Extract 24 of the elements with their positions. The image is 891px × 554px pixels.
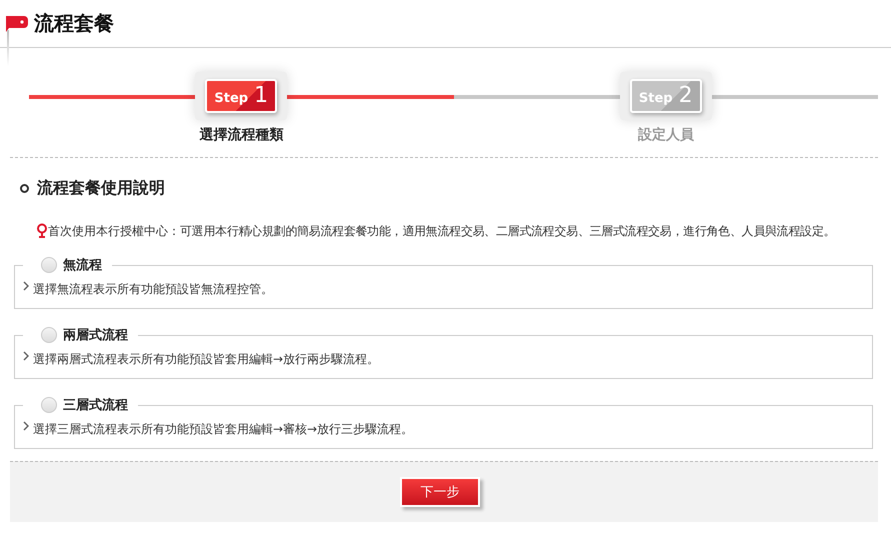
flag-icon (6, 16, 28, 32)
step-label: 設定人員 (638, 126, 694, 144)
hint-text: 可選用本行精心規劃的簡易流程套餐功能，適用無流程交易、二層式流程交易、三層式流程交易，進行角色、人員與流程設定。 (180, 223, 836, 239)
hint-label: 首次使用本行授權中心： (48, 223, 180, 239)
page-title: 流程套餐 (34, 10, 114, 37)
chevron-icon (23, 351, 29, 361)
option-label: 三層式流程 (63, 396, 128, 414)
option-description: 選擇無流程表示所有功能預設皆無流程控管。 (33, 281, 273, 298)
option-label: 無流程 (63, 256, 102, 274)
next-button[interactable]: 下一步 (400, 477, 480, 507)
radio-button[interactable] (41, 327, 57, 343)
step-badge: Step 2 (630, 79, 702, 113)
option-label: 兩層式流程 (63, 326, 128, 344)
chevron-icon (23, 281, 29, 291)
chevron-icon (23, 421, 29, 431)
step-label: 選擇流程種類 (199, 126, 284, 144)
option-description: 選擇兩層式流程表示所有功能預設皆套用編輯→放行兩步驟流程。 (33, 351, 380, 368)
option-description: 選擇三層式流程表示所有功能預設皆套用編輯→審核→放行三步驟流程。 (33, 421, 414, 438)
section-title: 流程套餐使用說明 (37, 178, 165, 199)
bullet-icon (20, 184, 29, 193)
radio-button[interactable] (41, 257, 57, 273)
radio-button[interactable] (41, 397, 57, 413)
pin-icon (36, 223, 48, 239)
step-badge: Step 1 (205, 79, 278, 113)
